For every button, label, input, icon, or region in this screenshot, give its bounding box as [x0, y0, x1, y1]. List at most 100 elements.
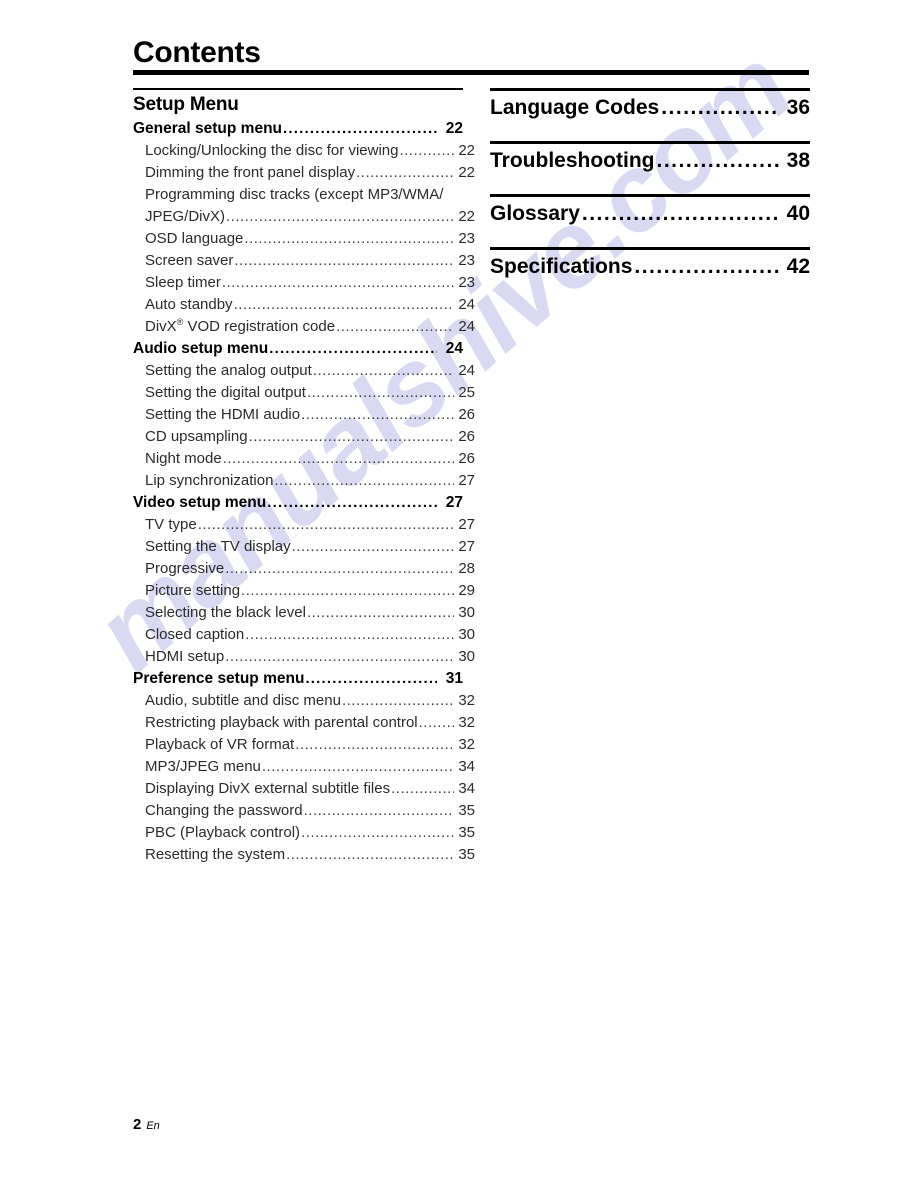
- toc-leader-dots: ........................................…: [221, 274, 454, 291]
- toc-entry[interactable]: Dimming the front panel display.........…: [133, 162, 475, 184]
- toc-entry[interactable]: Setting the HDMI audio..................…: [133, 404, 475, 426]
- toc-page-number: 35: [458, 846, 475, 863]
- toc-leader-dots: ........................................…: [356, 164, 454, 181]
- toc-entry[interactable]: Lip synchronization.....................…: [133, 470, 475, 492]
- toc-entry[interactable]: Progressive.............................…: [133, 558, 475, 580]
- toc-entry[interactable]: Picture setting.........................…: [133, 580, 475, 602]
- toc-page-number: 22: [458, 164, 475, 181]
- toc-major-section[interactable]: Troubleshooting.........................…: [490, 141, 810, 176]
- toc-entry[interactable]: Setting the TV display..................…: [133, 536, 475, 558]
- toc-entry-label: Night mode: [145, 450, 222, 467]
- toc-page-number: 36: [786, 96, 810, 119]
- footer-page-number: 2: [133, 1116, 142, 1133]
- toc-entry[interactable]: General setup menu......................…: [133, 118, 463, 140]
- toc-page-number: 26: [458, 428, 475, 445]
- toc-entry[interactable]: DivX® VOD registration code.............…: [133, 316, 475, 338]
- toc-entry[interactable]: Selecting the black level...............…: [133, 602, 475, 624]
- toc-entry-label: Dimming the front panel display: [145, 164, 356, 181]
- toc-page-number: 22: [458, 208, 475, 225]
- toc-major-row: Troubleshooting.........................…: [490, 146, 810, 176]
- toc-entry-label: Setting the analog output: [145, 362, 312, 379]
- toc-entry[interactable]: TV type.................................…: [133, 514, 475, 536]
- page-title: Contents: [133, 36, 261, 69]
- toc-entry[interactable]: Closed caption..........................…: [133, 624, 475, 646]
- toc-major-label: Language Codes: [490, 96, 660, 119]
- toc-leader-dots: ........................................…: [341, 692, 454, 709]
- toc-page-number: 24: [445, 340, 463, 357]
- toc-entry[interactable]: MP3/JPEG menu...........................…: [133, 756, 475, 778]
- toc-leader-dots: ........................................…: [312, 362, 454, 379]
- toc-leader-dots: ........................................…: [399, 142, 454, 159]
- toc-page-number: 42: [786, 255, 810, 278]
- toc-major-section[interactable]: Language Codes..........................…: [490, 88, 810, 123]
- toc-leader-dots: ........................................…: [305, 670, 437, 687]
- toc-entry[interactable]: Playback of VR format...................…: [133, 734, 475, 756]
- toc-page-number: 23: [458, 274, 475, 291]
- toc-major-section[interactable]: Specifications..........................…: [490, 247, 810, 282]
- document-page: manualshive.com Contents Setup Menu Gene…: [0, 0, 918, 1188]
- toc-entry-label: Lip synchronization: [145, 472, 274, 489]
- toc-entry[interactable]: Setting the analog output...............…: [133, 360, 475, 382]
- toc-leader-dots: ........................................…: [306, 604, 454, 621]
- toc-page-number: 32: [458, 714, 475, 731]
- toc-entry[interactable]: HDMI setup..............................…: [133, 646, 475, 668]
- toc-leader-dots: ........................................…: [244, 230, 454, 247]
- toc-entry-label: Playback of VR format: [145, 736, 295, 753]
- toc-major-section[interactable]: Glossary................................…: [490, 194, 810, 229]
- toc-page-number: 38: [786, 149, 810, 172]
- toc-entry[interactable]: Audio, subtitle and disc menu...........…: [133, 690, 475, 712]
- toc-entry[interactable]: Preference setup menu...................…: [133, 668, 463, 690]
- toc-entry[interactable]: Changing the password...................…: [133, 800, 475, 822]
- toc-entry[interactable]: Video setup menu........................…: [133, 492, 463, 514]
- toc-leader-dots: ........................................…: [303, 802, 454, 819]
- toc-leader-dots: ........................................…: [241, 582, 454, 599]
- footer-language-code: En: [146, 1120, 160, 1132]
- section-rule: [490, 194, 810, 197]
- toc-entry[interactable]: CD upsampling...........................…: [133, 426, 475, 448]
- toc-entry-label: Picture setting: [145, 582, 241, 599]
- toc-entry[interactable]: Locking/Unlocking the disc for viewing..…: [133, 140, 475, 162]
- toc-entry[interactable]: JPEG/DivX)..............................…: [133, 206, 475, 228]
- toc-entry[interactable]: Sleep timer.............................…: [133, 272, 475, 294]
- toc-page-number: 30: [458, 604, 475, 621]
- toc-leader-dots: ........................................…: [245, 626, 454, 643]
- toc-page-number: 26: [458, 406, 475, 423]
- toc-page-number: 30: [458, 648, 475, 665]
- toc-entry[interactable]: Displaying DivX external subtitle files.…: [133, 778, 475, 800]
- toc-page-number: 27: [458, 472, 475, 489]
- toc-leader-dots: ........................................…: [418, 714, 454, 731]
- toc-leader-dots: ........................................…: [336, 318, 454, 335]
- toc-entry[interactable]: Resetting the system....................…: [133, 844, 475, 866]
- toc-entry-label: TV type: [145, 516, 197, 533]
- toc-entry-label: General setup menu: [133, 120, 283, 137]
- toc-entry[interactable]: Screen saver............................…: [133, 250, 475, 272]
- toc-entry[interactable]: Audio setup menu........................…: [133, 338, 463, 360]
- toc-major-label: Glossary: [490, 202, 580, 225]
- toc-leader-dots: ........................................…: [261, 758, 454, 775]
- toc-page-number: 26: [458, 450, 475, 467]
- toc-entry-label: OSD language: [145, 230, 244, 247]
- toc-entry-label: Screen saver: [145, 252, 234, 269]
- toc-leader-dots: ........................................…: [234, 252, 454, 269]
- toc-entry-label: Sleep timer: [145, 274, 221, 291]
- toc-entry[interactable]: Programming disc tracks (except MP3/WMA/…: [133, 184, 475, 206]
- toc-entry[interactable]: Restricting playback with parental contr…: [133, 712, 475, 734]
- toc-page-number: 32: [458, 736, 475, 753]
- toc-leader-dots: ........................................…: [197, 516, 454, 533]
- toc-entry[interactable]: OSD language............................…: [133, 228, 475, 250]
- toc-page-number: 27: [458, 538, 475, 555]
- toc-entry[interactable]: PBC (Playback control)..................…: [133, 822, 475, 844]
- toc-entry-label: Locking/Unlocking the disc for viewing: [145, 142, 399, 159]
- toc-page-number: 29: [458, 582, 475, 599]
- toc-entry[interactable]: Auto standby............................…: [133, 294, 475, 316]
- toc-entry-label: Restricting playback with parental contr…: [145, 714, 418, 731]
- section-rule-setup-menu: [133, 88, 463, 90]
- toc-page-number: 27: [458, 516, 475, 533]
- toc-entry[interactable]: Setting the digital output..............…: [133, 382, 475, 404]
- toc-entry[interactable]: Night mode..............................…: [133, 448, 475, 470]
- toc-entry-label: Video setup menu: [133, 494, 267, 511]
- toc-leader-dots: ........................................…: [306, 384, 454, 401]
- toc-page-number: 22: [445, 120, 463, 137]
- toc-leader-dots: ........................................…: [634, 255, 779, 278]
- toc-leader-dots: ........................................…: [233, 296, 454, 313]
